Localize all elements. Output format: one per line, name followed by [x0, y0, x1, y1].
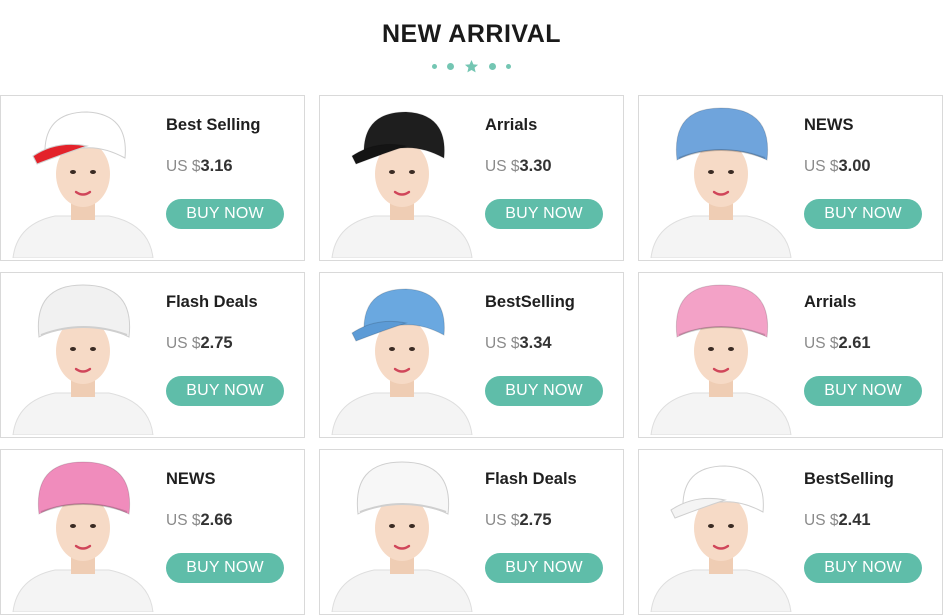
price-currency: US $ — [804, 158, 839, 175]
buy-now-button[interactable]: BUY NOW — [804, 553, 922, 583]
product-card[interactable]: Best Selling US $3.16 BUY NOW — [0, 95, 305, 261]
divider-dot — [506, 63, 511, 69]
buy-now-button[interactable]: BUY NOW — [166, 376, 284, 406]
divider-dot — [447, 62, 454, 70]
product-price: US $3.00 — [804, 157, 871, 176]
eye — [409, 524, 415, 528]
product-photo — [331, 461, 473, 612]
eye — [90, 347, 96, 351]
product-name: Best Selling — [166, 116, 261, 134]
shirt — [650, 215, 792, 258]
product-card[interactable]: NEWS US $3.00 BUY NOW — [638, 95, 943, 261]
product-photo — [650, 107, 792, 258]
eye — [409, 170, 415, 174]
price-currency: US $ — [485, 335, 520, 352]
product-price: US $3.30 — [485, 157, 552, 176]
section-header: NEW ARRIVAL — [0, 0, 943, 90]
product-price: US $3.16 — [166, 157, 233, 176]
buy-now-button[interactable]: BUY NOW — [166, 199, 284, 229]
price-amount: 2.66 — [200, 511, 233, 529]
product-name: Arrials — [485, 116, 538, 134]
price-amount: 2.75 — [200, 334, 233, 352]
product-price: US $2.61 — [804, 334, 871, 353]
page-title: NEW ARRIVAL — [381, 20, 562, 48]
product-name: Arrials — [804, 293, 857, 311]
buy-now-button[interactable]: BUY NOW — [804, 376, 922, 406]
product-card[interactable]: NEWS US $2.66 BUY NOW — [0, 449, 305, 615]
buy-now-button[interactable]: BUY NOW — [804, 199, 922, 229]
title-divider — [0, 58, 943, 74]
price-amount: 3.34 — [519, 334, 552, 352]
eye — [708, 524, 714, 528]
eye — [728, 347, 734, 351]
buy-now-button[interactable]: BUY NOW — [166, 553, 284, 583]
price-amount: 3.00 — [838, 157, 871, 175]
eye — [90, 524, 96, 528]
product-card[interactable]: BestSelling US $3.34 BUY NOW — [319, 272, 624, 438]
price-currency: US $ — [485, 512, 520, 529]
eye — [70, 524, 76, 528]
eye — [70, 347, 76, 351]
product-photo — [650, 284, 792, 435]
product-name: Flash Deals — [485, 470, 577, 488]
product-price: US $2.66 — [166, 511, 233, 530]
product-card[interactable]: Arrials US $3.30 BUY NOW — [319, 95, 624, 261]
divider-dot — [489, 62, 496, 70]
product-name: BestSelling — [485, 293, 575, 311]
product-name: Flash Deals — [166, 293, 258, 311]
price-currency: US $ — [804, 512, 839, 529]
buy-now-button[interactable]: BUY NOW — [485, 553, 603, 583]
price-amount: 2.61 — [838, 334, 871, 352]
product-price: US $3.34 — [485, 334, 552, 353]
eye — [389, 170, 395, 174]
product-name: NEWS — [804, 116, 854, 134]
shirt — [650, 569, 792, 612]
shirt — [650, 392, 792, 435]
shirt — [331, 392, 473, 435]
price-currency: US $ — [166, 512, 201, 529]
shirt — [12, 392, 154, 435]
buy-now-button[interactable]: BUY NOW — [485, 376, 603, 406]
price-amount: 2.75 — [519, 511, 552, 529]
eye — [708, 347, 714, 351]
eye — [389, 524, 395, 528]
product-photo — [331, 111, 473, 258]
product-name: NEWS — [166, 470, 216, 488]
product-photo — [12, 284, 154, 435]
product-photo — [331, 288, 473, 435]
product-card[interactable]: BestSelling US $2.41 BUY NOW — [638, 449, 943, 615]
price-currency: US $ — [485, 158, 520, 175]
price-currency: US $ — [166, 158, 201, 175]
product-name: BestSelling — [804, 470, 894, 488]
product-price: US $2.41 — [804, 511, 871, 530]
product-photo — [650, 465, 792, 612]
eye — [90, 170, 96, 174]
product-photo — [12, 461, 154, 612]
price-currency: US $ — [166, 335, 201, 352]
shirt — [12, 569, 154, 612]
price-amount: 3.16 — [200, 157, 233, 175]
shirt — [12, 215, 154, 258]
eye — [70, 170, 76, 174]
eye — [728, 170, 734, 174]
buy-now-button[interactable]: BUY NOW — [485, 199, 603, 229]
shirt — [331, 569, 473, 612]
eye — [728, 524, 734, 528]
product-card[interactable]: Flash Deals US $2.75 BUY NOW — [319, 449, 624, 615]
shirt — [331, 215, 473, 258]
star-icon — [464, 59, 479, 72]
divider-dot — [432, 63, 437, 69]
price-amount: 3.30 — [519, 157, 552, 175]
eye — [708, 170, 714, 174]
eye — [389, 347, 395, 351]
product-photo — [12, 111, 154, 258]
product-price: US $2.75 — [485, 511, 552, 530]
product-card[interactable]: Flash Deals US $2.75 BUY NOW — [0, 272, 305, 438]
product-price: US $2.75 — [166, 334, 233, 353]
price-currency: US $ — [804, 335, 839, 352]
product-card[interactable]: Arrials US $2.61 BUY NOW — [638, 272, 943, 438]
eye — [409, 347, 415, 351]
price-amount: 2.41 — [838, 511, 871, 529]
